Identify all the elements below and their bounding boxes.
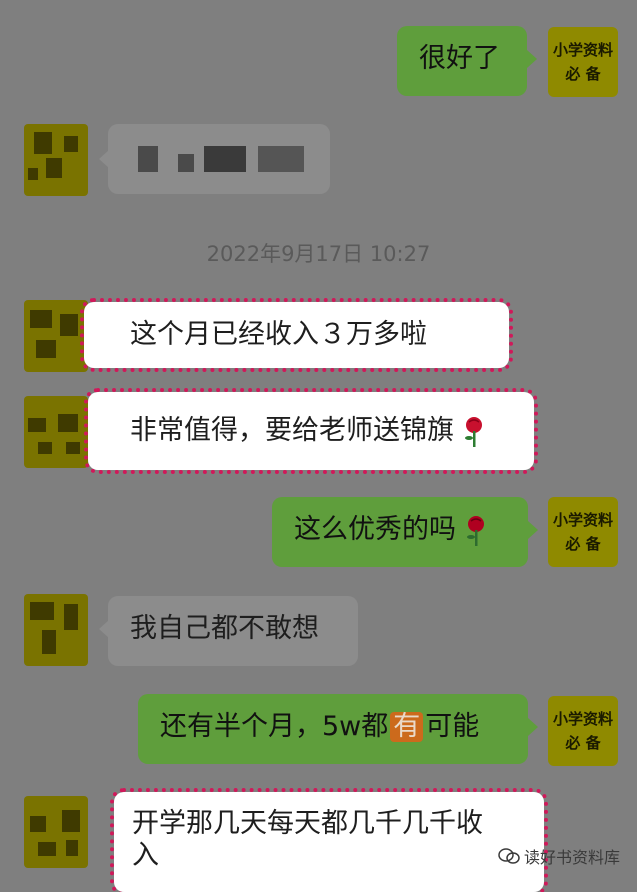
timestamp: 2022年9月17日 10:27 bbox=[206, 242, 431, 266]
message-bubble-other[interactable]: 我自己都不敢想 bbox=[108, 596, 358, 666]
avatar-text-line1: 小学资料 bbox=[552, 41, 613, 59]
message-text-line1: 开学那几天每天都几千几千收 bbox=[132, 808, 483, 839]
avatar-other[interactable] bbox=[24, 396, 88, 468]
bubble-tail bbox=[528, 521, 538, 539]
avatar-text-line1: 小学资料 bbox=[552, 511, 613, 529]
message-text: 这个月已经收入３万多啦 bbox=[130, 319, 427, 350]
message-bubble-other[interactable]: 这个月已经收入３万多啦 bbox=[80, 298, 513, 372]
avatar-other[interactable] bbox=[24, 124, 88, 196]
bubble-tail bbox=[99, 620, 109, 638]
message-bubble-self[interactable]: 很好了 bbox=[397, 26, 527, 96]
avatar-self[interactable]: 小学资料 必 备 bbox=[548, 27, 618, 97]
message-text: 这么优秀的吗 bbox=[294, 514, 456, 545]
message-text: 我自己都不敢想 bbox=[130, 613, 319, 644]
bubble-tail bbox=[528, 718, 538, 736]
rose-emoji-icon bbox=[466, 515, 484, 546]
avatar-other[interactable] bbox=[24, 796, 88, 868]
avatar-text-line2: 必 备 bbox=[565, 65, 601, 83]
watermark: 读好书资料库 bbox=[498, 844, 620, 868]
avatar-text-line1: 小学资料 bbox=[552, 710, 613, 728]
avatar-other[interactable] bbox=[24, 594, 88, 666]
message-text-after: 可能 bbox=[425, 711, 480, 742]
avatar-self[interactable]: 小学资料 必 备 bbox=[548, 497, 618, 567]
message-bubble-other[interactable]: 非常值得，要给老师送锦旗 bbox=[84, 388, 538, 474]
message-text-before: 还有半个月，5w都 bbox=[160, 711, 389, 742]
avatar-text-line2: 必 备 bbox=[565, 535, 601, 553]
you-badge: 有 bbox=[390, 712, 424, 742]
watermark-text: 读好书资料库 bbox=[524, 848, 621, 867]
message-text: 很好了 bbox=[419, 43, 500, 74]
bubble-tail bbox=[99, 150, 109, 168]
message-bubble-other-blurred[interactable] bbox=[108, 124, 330, 194]
message-bubble-other[interactable]: 开学那几天每天都几千几千收 入 bbox=[110, 788, 548, 892]
avatar-text-line2: 必 备 bbox=[565, 734, 601, 752]
message-text: 非常值得，要给老师送锦旗 bbox=[130, 415, 454, 446]
wechat-logo-icon bbox=[498, 848, 520, 864]
avatar-self[interactable]: 小学资料 必 备 bbox=[548, 696, 618, 766]
message-text-line2: 入 bbox=[132, 840, 159, 871]
rose-emoji-icon bbox=[464, 416, 482, 447]
blurred-text bbox=[138, 146, 158, 172]
avatar-other[interactable] bbox=[24, 300, 88, 372]
message-bubble-self[interactable]: 这么优秀的吗 bbox=[272, 497, 528, 567]
bubble-tail bbox=[527, 50, 537, 68]
message-bubble-self[interactable]: 还有半个月，5w都有可能 bbox=[138, 694, 528, 764]
